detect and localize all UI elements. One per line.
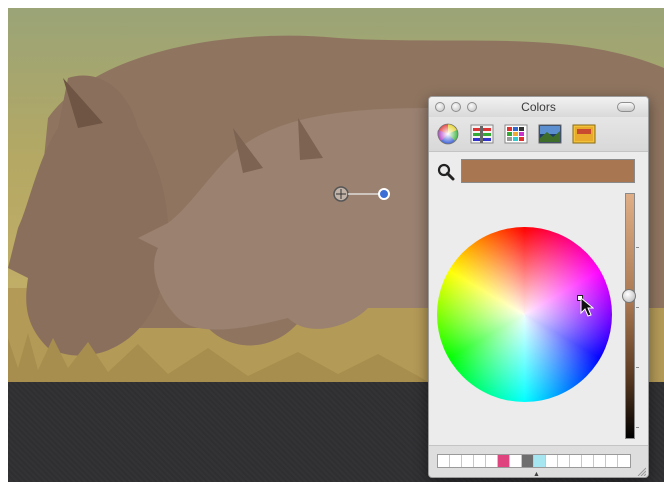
slider-tick [636, 307, 639, 308]
slider-tick [636, 427, 639, 428]
palette-swatch[interactable] [570, 455, 582, 467]
desktop: Colors ▲ [8, 8, 664, 482]
palette-swatch[interactable] [486, 455, 498, 467]
colors-panel: Colors ▲ [428, 96, 649, 478]
color-wheel-icon[interactable] [435, 123, 461, 145]
window-title: Colors [521, 100, 556, 114]
resize-grip-icon[interactable] [636, 466, 646, 476]
palette-swatch[interactable] [558, 455, 570, 467]
slider-tick [636, 367, 639, 368]
brightness-slider-knob[interactable] [622, 289, 636, 303]
palette-swatch[interactable] [534, 455, 546, 467]
palette-swatch[interactable] [618, 455, 630, 467]
toolbar [429, 117, 648, 152]
palette-swatch[interactable] [498, 455, 510, 467]
palette-swatch[interactable] [546, 455, 558, 467]
palette-swatch[interactable] [510, 455, 522, 467]
magnifier-icon[interactable] [437, 163, 455, 181]
brightness-slider[interactable] [625, 193, 635, 439]
palette-swatch[interactable] [450, 455, 462, 467]
crayons-icon[interactable] [571, 123, 597, 145]
color-palettes-icon[interactable] [503, 123, 529, 145]
color-sliders-icon[interactable] [469, 123, 495, 145]
palette-swatch[interactable] [462, 455, 474, 467]
current-color-swatch[interactable] [461, 159, 635, 183]
color-swatch-palette [437, 454, 631, 468]
image-palettes-icon[interactable] [537, 123, 563, 145]
slider-tick [636, 247, 639, 248]
swatch-bar: ▲ [429, 445, 648, 477]
palette-swatch[interactable] [594, 455, 606, 467]
toolbar-toggle-button[interactable] [617, 102, 635, 112]
color-picker-loupe-icon[interactable] [333, 184, 403, 204]
title-bar: Colors [429, 97, 648, 117]
palette-drag-handle-icon[interactable]: ▲ [533, 471, 540, 477]
current-color-row [429, 153, 648, 189]
palette-swatch[interactable] [606, 455, 618, 467]
palette-swatch[interactable] [438, 455, 450, 467]
color-wheel[interactable] [437, 227, 612, 402]
palette-swatch[interactable] [582, 455, 594, 467]
palette-swatch[interactable] [474, 455, 486, 467]
mouse-pointer-icon [580, 297, 594, 317]
palette-swatch[interactable] [522, 455, 534, 467]
